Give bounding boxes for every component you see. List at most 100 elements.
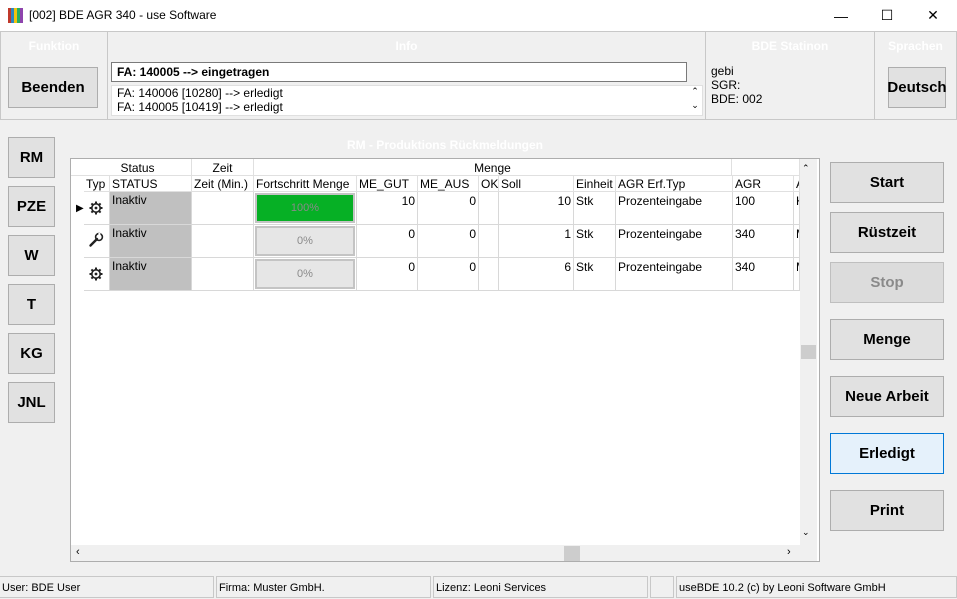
col-header-ok[interactable]: OK	[479, 176, 499, 192]
maximize-button[interactable]: ☐	[864, 0, 910, 31]
nav-pze-button[interactable]: PZE	[8, 186, 55, 227]
status-lizenz: Lizenz: Leoni Services	[433, 576, 648, 598]
col-header-agr[interactable]: AGR	[733, 176, 794, 192]
col-header-typ[interactable]: Typ	[84, 176, 110, 192]
scroll-down-icon[interactable]: ⌄	[802, 527, 810, 538]
scroll-corner	[800, 545, 817, 561]
grid-corner	[71, 159, 84, 176]
horizontal-scroll-thumb[interactable]	[564, 546, 580, 561]
soll-cell[interactable]: 1	[499, 225, 574, 258]
minimize-icon: —	[834, 7, 848, 24]
ruestzeit-button[interactable]: Rüstzeit	[830, 212, 944, 253]
language-button[interactable]: Deutsch	[887, 67, 947, 108]
stop-button[interactable]: Stop	[830, 262, 944, 303]
col-header-fortschritt[interactable]: Fortschritt Menge	[254, 176, 357, 192]
status-cell[interactable]: Inaktiv	[110, 225, 192, 258]
status-empty	[650, 576, 674, 598]
nav-jnl-button[interactable]: JNL	[8, 382, 55, 423]
soll-cell[interactable]: 10	[499, 192, 574, 225]
progress-cell[interactable]: 0%	[254, 225, 357, 258]
sprachen-title: Sprachen	[888, 39, 943, 53]
close-button[interactable]: ✕	[910, 0, 956, 31]
info-title: Info	[395, 39, 418, 53]
gear-icon	[84, 258, 110, 291]
status-cell[interactable]: Inaktiv	[110, 258, 192, 291]
ok-cell[interactable]	[479, 258, 499, 291]
vertical-scrollbar[interactable]: ⌃ ⌄	[800, 159, 817, 545]
ok-cell[interactable]	[479, 225, 499, 258]
info-message-list[interactable]: FA: 140006 [10280] --> erledigt FA: 1400…	[111, 85, 703, 116]
start-button[interactable]: Start	[830, 162, 944, 203]
col-header-soll[interactable]: Soll	[499, 176, 574, 192]
zeit-cell[interactable]	[192, 225, 254, 258]
minimize-button[interactable]: —	[818, 0, 864, 31]
scroll-left-icon[interactable]: ‹	[76, 546, 80, 558]
production-grid[interactable]: Status Zeit Menge Typ STATUS Zeit (Min.)…	[70, 158, 820, 562]
row-pointer-icon: ▶	[76, 203, 84, 214]
nav-rm-button[interactable]: RM	[8, 137, 55, 178]
vertical-scroll-thumb[interactable]	[801, 345, 816, 359]
station-name: gebi	[711, 64, 734, 78]
neue-arbeit-button[interactable]: Neue Arbeit	[830, 376, 944, 417]
me-gut-cell[interactable]: 0	[357, 258, 418, 291]
sprachen-group: Sprachen Deutsch	[874, 31, 957, 120]
horizontal-scrollbar[interactable]: ‹ ›	[71, 545, 800, 561]
scroll-down-icon[interactable]: ⌄	[690, 100, 700, 111]
me-aus-cell[interactable]: 0	[418, 225, 479, 258]
maximize-icon: ☐	[880, 7, 894, 23]
menge-button[interactable]: Menge	[830, 319, 944, 360]
progress-bar: 100%	[255, 193, 355, 223]
top-panel: Funktion Beenden Info FA: 140005 --> ein…	[0, 31, 957, 120]
status-firma: Firma: Muster GmbH.	[216, 576, 431, 598]
me-gut-cell[interactable]: 10	[357, 192, 418, 225]
nav-t-button[interactable]: T	[8, 284, 55, 325]
status-cell[interactable]: Inaktiv	[110, 192, 192, 225]
einheit-cell[interactable]: Stk	[574, 258, 616, 291]
agr-erf-typ-cell[interactable]: Prozenteingabe	[616, 225, 733, 258]
agr-erf-typ-cell[interactable]: Prozenteingabe	[616, 192, 733, 225]
agr-cell[interactable]: 100	[733, 192, 794, 225]
col-header-me-gut[interactable]: ME_GUT	[357, 176, 418, 192]
erledigt-button[interactable]: Erledigt	[830, 433, 944, 474]
einheit-cell[interactable]: Stk	[574, 225, 616, 258]
progress-bar: 0%	[255, 259, 355, 289]
me-gut-cell[interactable]: 0	[357, 225, 418, 258]
col-header-me-aus[interactable]: ME_AUS	[418, 176, 479, 192]
zeit-cell[interactable]	[192, 258, 254, 291]
nav-kg-button[interactable]: KG	[8, 333, 55, 374]
station-sgr: SGR:	[711, 78, 741, 92]
progress-cell[interactable]: 100%	[254, 192, 357, 225]
gear-icon	[84, 192, 110, 225]
funktion-group: Funktion Beenden	[0, 31, 108, 120]
beenden-button[interactable]: Beenden	[8, 67, 98, 108]
col-header-zeit[interactable]: Zeit (Min.)	[192, 176, 254, 192]
scroll-up-icon[interactable]: ⌃	[690, 86, 700, 97]
me-aus-cell[interactable]: 0	[418, 258, 479, 291]
me-aus-cell[interactable]: 0	[418, 192, 479, 225]
station-group: BDE Statinon gebi SGR: BDE: 002	[705, 31, 875, 120]
progress-label: 0%	[297, 235, 313, 247]
nav-w-button[interactable]: W	[8, 235, 55, 276]
status-bar: User: BDE User Firma: Muster GmbH. Lizen…	[0, 575, 957, 599]
funktion-title: Funktion	[28, 39, 80, 53]
zeit-cell[interactable]	[192, 192, 254, 225]
info-group: Info FA: 140005 --> eingetragen FA: 1400…	[107, 31, 706, 120]
einheit-cell[interactable]: Stk	[574, 192, 616, 225]
col-header-status[interactable]: STATUS	[110, 176, 192, 192]
status-version: useBDE 10.2 (c) by Leoni Software GmbH	[676, 576, 957, 598]
scroll-up-icon[interactable]: ⌃	[802, 163, 810, 174]
station-title: BDE Statinon	[751, 39, 829, 53]
info-current-message: FA: 140005 --> eingetragen	[111, 62, 687, 82]
scroll-right-icon[interactable]: ›	[787, 546, 791, 558]
agr-cell[interactable]: 340	[733, 225, 794, 258]
print-button[interactable]: Print	[830, 490, 944, 531]
progress-label: 100%	[290, 202, 320, 214]
col-header-einheit[interactable]: Einheit	[574, 176, 616, 192]
ok-cell[interactable]	[479, 192, 499, 225]
window-title: [002] BDE AGR 340 - use Software	[29, 8, 217, 22]
col-header-agr-erf-typ[interactable]: AGR Erf.Typ	[616, 176, 733, 192]
progress-cell[interactable]: 0%	[254, 258, 357, 291]
agr-cell[interactable]: 340	[733, 258, 794, 291]
agr-erf-typ-cell[interactable]: Prozenteingabe	[616, 258, 733, 291]
soll-cell[interactable]: 6	[499, 258, 574, 291]
